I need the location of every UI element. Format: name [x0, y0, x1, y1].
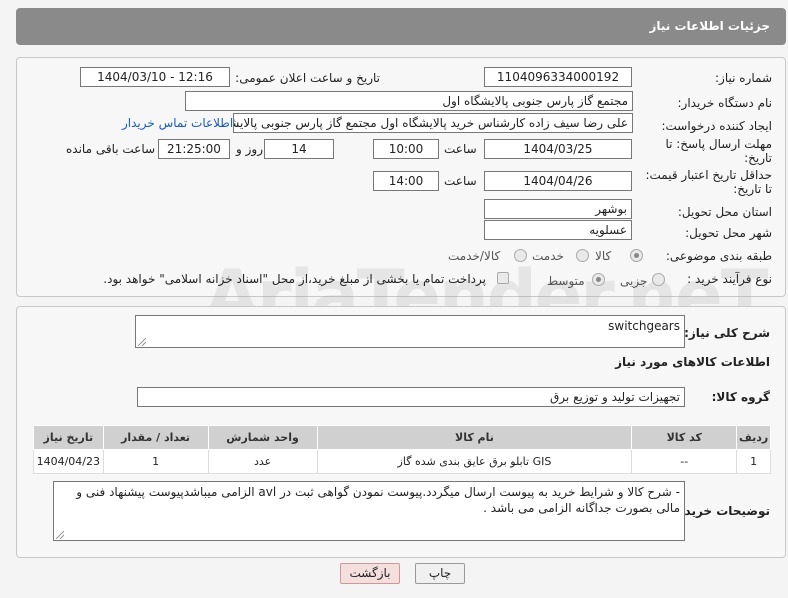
cell-quantity: 1 [102, 449, 209, 474]
buyer-notes-field[interactable]: - شرح کالا و شرایط خرید به پیوست ارسال م… [53, 481, 685, 541]
deadline-label: مهلت ارسال پاسخ: تا [665, 137, 772, 151]
buyer-contact-link[interactable]: اطلاعات تماس خریدار [122, 116, 233, 130]
validity-time-field[interactable]: 14:00 [373, 171, 439, 191]
resize-grip-icon[interactable] [138, 338, 146, 346]
days-remaining-field[interactable]: 14 [264, 139, 334, 159]
need-number-label: شماره نیاز: [715, 71, 772, 85]
col-row-number: ردیف [736, 425, 771, 450]
print-button[interactable]: چاپ [415, 563, 465, 584]
table-row[interactable]: 1404/04/23 1 عدد تابلو برق عایق بندی شده… [33, 449, 771, 474]
back-button[interactable]: بازگشت [340, 563, 400, 584]
col-quantity: تعداد / مقدار [102, 425, 209, 450]
creator-label: ایجاد کننده درخواست: [661, 119, 772, 133]
validity-time-label: ساعت [444, 174, 477, 188]
deadline-date-field[interactable]: 1404/03/25 [484, 139, 632, 159]
validity-label: حداقل تاریخ اعتبار قیمت: [645, 168, 772, 182]
treasury-payment-note: پرداخت تمام یا بخشی از مبلغ خرید،از محل … [103, 272, 486, 286]
province-label: استان محل تحویل: [677, 205, 772, 219]
validity-label-date: تا تاریخ: [733, 182, 772, 196]
remaining-time-label: ساعت باقی مانده [66, 142, 156, 156]
buyer-notes-text: - شرح کالا و شرایط خرید به پیوست ارسال م… [76, 485, 680, 515]
cell-unit: عدد [207, 449, 318, 474]
announce-datetime-field[interactable]: 1404/03/10 - 12:16 [80, 67, 230, 87]
need-description-field[interactable]: switchgears [135, 315, 685, 348]
process-medium-radio[interactable] [592, 273, 605, 286]
category-service-label: خدمت [532, 249, 564, 263]
category-goods-radio[interactable] [630, 249, 643, 262]
page-header: جزئیات اطلاعات نیاز [16, 8, 786, 45]
goods-table: تاریخ نیاز تعداد / مقدار واحد شمارش نام … [33, 425, 771, 474]
category-goods-label: کالا [595, 249, 612, 263]
cell-item-name: تابلو برق عایق بندی شده گاز GIS [316, 449, 633, 474]
need-number-field[interactable]: 1104096334000192 [484, 67, 632, 87]
process-medium-label: متوسط [547, 274, 585, 288]
col-item-name: نام کالا [316, 425, 633, 450]
treasury-payment-checkbox[interactable] [497, 272, 509, 284]
buyer-org-field[interactable]: مجتمع گاز پارس جنوبی پالایشگاه اول [185, 91, 633, 111]
goods-section-title: اطلاعات کالاهای مورد نیاز [615, 355, 770, 369]
validity-date-field[interactable]: 1404/04/26 [484, 171, 632, 191]
city-label: شهر محل تحویل: [685, 226, 772, 240]
deadline-time-field[interactable]: 10:00 [373, 139, 439, 159]
city-field[interactable]: عسلویه [484, 220, 632, 240]
creator-field[interactable]: علی رضا سیف زاده کارشناس خرید پالایشگاه … [233, 113, 633, 133]
category-label: طبقه بندی موضوعی: [665, 249, 772, 263]
cell-need-date: 1404/04/23 [33, 449, 104, 474]
days-label: روز و [236, 142, 263, 156]
need-description-text: switchgears [608, 319, 680, 333]
cell-row-number: 1 [736, 449, 771, 474]
col-unit: واحد شمارش [207, 425, 318, 450]
cell-item-code: -- [631, 449, 738, 474]
process-minor-label: جزیی [620, 274, 648, 288]
deadline-label-date: تاریخ: [744, 151, 772, 165]
category-service-radio[interactable] [576, 249, 589, 262]
col-need-date: تاریخ نیاز [33, 425, 104, 450]
col-item-code: کد کالا [631, 425, 738, 450]
goods-group-field[interactable]: تجهیزات تولید و توزیع برق [137, 387, 685, 407]
page-title: جزئیات اطلاعات نیاز [649, 19, 770, 33]
process-minor-radio[interactable] [652, 273, 665, 286]
category-both-radio[interactable] [514, 249, 527, 262]
deadline-time-label: ساعت [444, 142, 477, 156]
province-field[interactable]: بوشهر [484, 199, 632, 219]
need-description-label: شرح کلی نیاز: [684, 326, 770, 340]
resize-grip-icon[interactable] [56, 531, 64, 539]
announce-label: تاریخ و ساعت اعلان عمومی: [235, 71, 380, 85]
remaining-time-field[interactable]: 21:25:00 [158, 139, 230, 159]
goods-group-label: گروه کالا: [711, 390, 770, 404]
table-header-row: تاریخ نیاز تعداد / مقدار واحد شمارش نام … [33, 425, 771, 450]
buyer-org-label: نام دستگاه خریدار: [677, 96, 773, 110]
category-both-label: کالا/خدمت [448, 249, 501, 263]
process-label: نوع فرآیند خرید : [687, 272, 772, 286]
